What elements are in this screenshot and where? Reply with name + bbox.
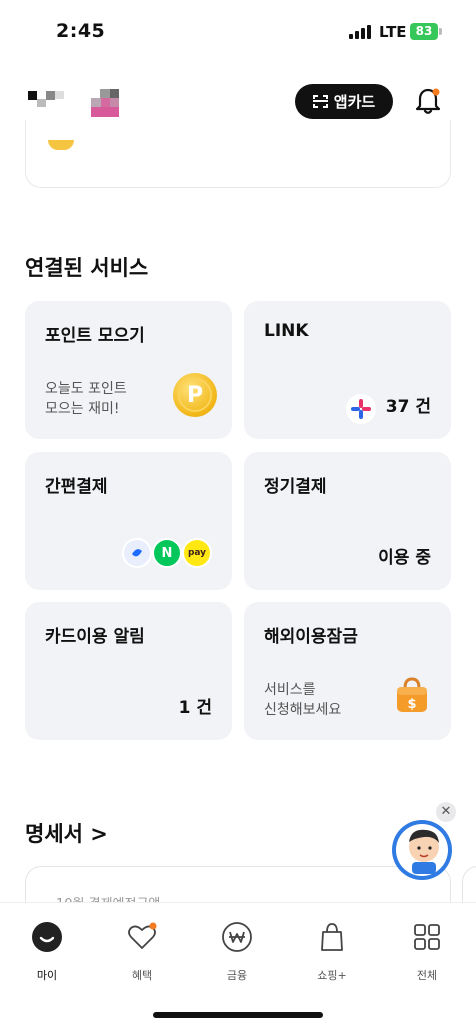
- tile-link[interactable]: LINK 37 건: [244, 301, 451, 439]
- tile-title: LINK: [264, 321, 309, 341]
- close-icon[interactable]: ✕: [436, 802, 456, 822]
- my-icon: [31, 921, 63, 953]
- tile-simple-payment[interactable]: 간편결제 N pay: [25, 452, 232, 590]
- tile-point-collect[interactable]: 포인트 모으기 오늘도 포인트 모으는 재미! P: [25, 301, 232, 439]
- nav-item-shopping[interactable]: 쇼핑+: [297, 921, 367, 983]
- tile-title: 카드이용 알림: [45, 627, 145, 647]
- bell-icon[interactable]: [413, 86, 443, 116]
- shopping-bag-icon: [316, 921, 348, 953]
- bag-symbol: $: [407, 697, 416, 712]
- bottom-nav: 마이 혜택 금융 쇼핑+ 전체: [0, 902, 476, 1030]
- nav-label: 전체: [416, 969, 438, 982]
- tile-card-usage-alert[interactable]: 카드이용 알림 1 건: [25, 602, 232, 740]
- won-icon: [221, 921, 253, 953]
- coin-letter: P: [178, 378, 212, 412]
- nav-item-benefits[interactable]: 혜택: [107, 921, 177, 983]
- tile-title: 포인트 모으기: [45, 326, 145, 346]
- nav-item-all[interactable]: 전체: [392, 921, 462, 983]
- nav-label: 혜택: [131, 969, 153, 982]
- scan-icon: [312, 95, 328, 108]
- coin-icon: [48, 140, 74, 150]
- tile-title: 해외이용잠금: [264, 627, 358, 647]
- point-coin-icon: P: [173, 373, 217, 417]
- tile-title: 간편결제: [45, 477, 108, 497]
- tile-title: 정기결제: [264, 477, 327, 497]
- tile-recurring-payment[interactable]: 정기결제 이용 중: [244, 452, 451, 590]
- battery-icon: 83: [410, 23, 438, 40]
- tile-subtitle: 오늘도 포인트 모으는 재미!: [45, 381, 127, 417]
- connected-services-title: 연결된 서비스: [25, 256, 149, 280]
- tile-overseas-lock[interactable]: 해외이용잠금 서비스를 신청해보세요 $: [244, 602, 451, 740]
- status-bar: 2:45 LTE 83: [0, 0, 476, 62]
- battery-nub: [439, 28, 442, 35]
- summary-card[interactable]: [25, 120, 451, 188]
- lock-bag-icon: $: [394, 676, 430, 714]
- tile-value: 37 건: [385, 397, 431, 417]
- kakao-pay-icon: pay: [182, 538, 212, 568]
- nav-label: 마이: [36, 969, 58, 982]
- statement-title[interactable]: 명세서 >: [25, 818, 108, 848]
- link-plus-icon: [346, 394, 376, 424]
- nav-item-my[interactable]: 마이: [12, 921, 82, 983]
- nav-item-finance[interactable]: 금융: [202, 921, 272, 983]
- status-time: 2:45: [56, 20, 106, 42]
- naver-pay-icon: N: [152, 538, 182, 568]
- pay-icons: N pay: [122, 538, 218, 570]
- nav-label: 금융: [226, 969, 248, 982]
- tile-value: 이용 중: [378, 548, 431, 568]
- network-label: LTE: [379, 23, 407, 41]
- appcard-label: 앱카드: [333, 93, 376, 111]
- character-mascot[interactable]: ✕: [388, 802, 456, 882]
- heart-icon: [126, 921, 158, 953]
- signal-icon: [349, 25, 373, 39]
- home-indicator: [153, 1012, 323, 1018]
- nav-label: 쇼핑+: [317, 969, 347, 982]
- tile-subtitle: 서비스를 신청해보세요: [264, 682, 342, 718]
- tile-value: 1 건: [178, 698, 212, 718]
- grid-icon: [411, 921, 443, 953]
- samsung-pay-icon: [122, 538, 152, 568]
- appcard-button[interactable]: 앱카드: [295, 84, 393, 119]
